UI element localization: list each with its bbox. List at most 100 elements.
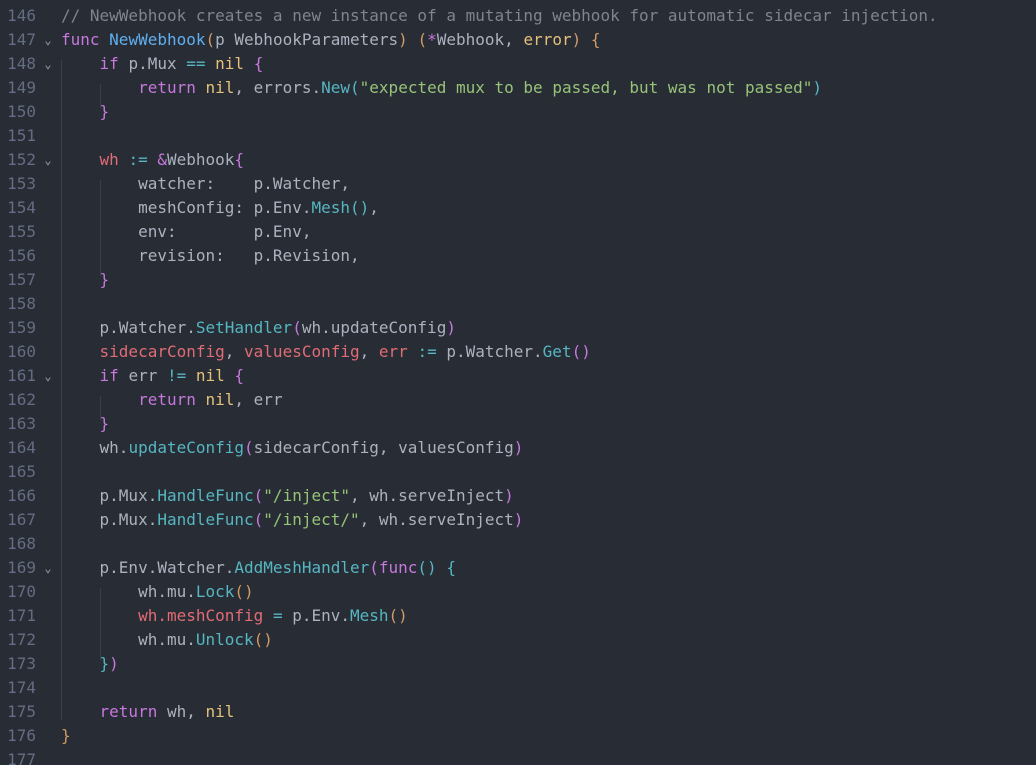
- code-token: wh: [99, 150, 119, 169]
- code-line[interactable]: 156 revision: p.Revision,: [0, 244, 1036, 268]
- code-line[interactable]: 151: [0, 124, 1036, 148]
- line-number: 155: [7, 222, 36, 241]
- code-token: p.Env.Watcher.: [61, 558, 235, 577]
- fold-chevron-icon[interactable]: ⌄: [41, 364, 55, 388]
- code-line[interactable]: 164 wh.updateConfig(sidecarConfig, value…: [0, 436, 1036, 460]
- code-token: return: [138, 78, 206, 97]
- code-token: if: [99, 366, 129, 385]
- fold-chevron-icon[interactable]: ⌄: [41, 556, 55, 580]
- code-token: =: [272, 606, 283, 625]
- code-token: Webhook,: [436, 30, 524, 49]
- code-token: (): [234, 582, 254, 601]
- code-token: , wh.serveInject: [350, 486, 505, 505]
- line-number: 168: [7, 534, 36, 553]
- code-token: HandleFunc: [157, 486, 254, 505]
- code-token: "/inject/": [263, 510, 360, 529]
- line-number: 169: [7, 558, 36, 577]
- code-token: p.Mux: [128, 54, 187, 73]
- code-line[interactable]: 171 wh.meshConfig = p.Env.Mesh(): [0, 604, 1036, 628]
- line-number: 164: [7, 438, 36, 457]
- code-text: p.Watcher.SetHandler(wh.updateConfig): [61, 316, 456, 340]
- code-token: HandleFunc: [157, 510, 254, 529]
- code-token: (): [253, 630, 273, 649]
- code-line[interactable]: 150 }: [0, 100, 1036, 124]
- code-line[interactable]: 157 }: [0, 268, 1036, 292]
- code-token: meshConfig: p.Env.: [61, 198, 312, 217]
- code-token: ): [571, 30, 582, 49]
- code-line[interactable]: 170 wh.mu.Lock(): [0, 580, 1036, 604]
- code-token: "/inject": [263, 486, 350, 505]
- code-token: p.Mux.: [61, 486, 158, 505]
- code-token: SetHandler: [195, 318, 293, 337]
- code-line[interactable]: 163 }: [0, 412, 1036, 436]
- line-number: 161: [7, 366, 36, 385]
- code-text: wh.updateConfig(sidecarConfig, valuesCon…: [61, 436, 524, 460]
- code-text: return nil, err: [61, 388, 283, 412]
- code-token: {: [446, 558, 456, 577]
- code-token: // NewWebhook creates a new instance of …: [61, 6, 938, 25]
- code-token: ==: [186, 54, 206, 73]
- code-token: Webhook: [166, 150, 235, 169]
- code-line[interactable]: 149 return nil, errors.New("expected mux…: [0, 76, 1036, 100]
- fold-chevron-icon[interactable]: ⌄: [41, 148, 55, 172]
- code-line[interactable]: 167 p.Mux.HandleFunc("/inject/", wh.serv…: [0, 508, 1036, 532]
- code-line[interactable]: 152 ⌄ wh := &Webhook{: [0, 148, 1036, 172]
- line-number: 159: [7, 318, 36, 337]
- line-number: 147: [7, 30, 36, 49]
- line-number: 153: [7, 174, 36, 193]
- code-text: sidecarConfig, valuesConfig, err := p.Wa…: [61, 340, 591, 364]
- code-line[interactable]: 162 return nil, err: [0, 388, 1036, 412]
- code-line[interactable]: 177: [0, 748, 1036, 765]
- code-line[interactable]: 165: [0, 460, 1036, 484]
- fold-chevron-icon[interactable]: ⌄: [41, 28, 55, 52]
- code-token: &: [157, 150, 167, 169]
- code-token: ): [504, 486, 514, 505]
- code-line[interactable]: 158: [0, 292, 1036, 316]
- code-token: (): [417, 558, 437, 577]
- code-text: p.Env.Watcher.AddMeshHandler(func() {: [61, 556, 456, 580]
- code-token: if: [99, 54, 129, 73]
- code-token: err: [378, 342, 408, 361]
- code-line[interactable]: 173 }): [0, 652, 1036, 676]
- code-line[interactable]: 168: [0, 532, 1036, 556]
- code-line[interactable]: 169 ⌄ p.Env.Watcher.AddMeshHandler(func()…: [0, 556, 1036, 580]
- code-token: p WebhookParameters: [215, 30, 399, 49]
- code-token: err: [128, 366, 167, 385]
- code-line[interactable]: 161 ⌄ if err != nil {: [0, 364, 1036, 388]
- code-line[interactable]: 160 sidecarConfig, valuesConfig, err := …: [0, 340, 1036, 364]
- code-line[interactable]: 146 // NewWebhook creates a new instance …: [0, 4, 1036, 28]
- code-line[interactable]: 166 p.Mux.HandleFunc("/inject", wh.serve…: [0, 484, 1036, 508]
- code-line[interactable]: 175 return wh, nil: [0, 700, 1036, 724]
- code-token: {: [234, 366, 245, 385]
- code-line[interactable]: 176}: [0, 724, 1036, 748]
- code-token: revision: p.Revision,: [61, 246, 360, 265]
- code-editor[interactable]: 146 // NewWebhook creates a new instance …: [0, 0, 1036, 765]
- code-token: (: [350, 78, 360, 97]
- code-token: ): [812, 78, 823, 97]
- line-number: 162: [7, 390, 36, 409]
- code-text: // NewWebhook creates a new instance of …: [61, 4, 938, 28]
- code-line[interactable]: 155 env: p.Env,: [0, 220, 1036, 244]
- code-token: Mesh: [311, 198, 350, 217]
- code-token: , err: [234, 390, 283, 409]
- code-line[interactable]: 172 wh.mu.Unlock(): [0, 628, 1036, 652]
- code-token: (: [369, 558, 379, 577]
- code-line[interactable]: 159 p.Watcher.SetHandler(wh.updateConfig…: [0, 316, 1036, 340]
- code-token: *: [427, 30, 437, 49]
- code-token: }: [99, 414, 110, 433]
- code-line[interactable]: 174: [0, 676, 1036, 700]
- code-token: wh.meshConfig: [138, 606, 264, 625]
- code-line[interactable]: 148 ⌄ if p.Mux == nil {: [0, 52, 1036, 76]
- code-line[interactable]: 147 ⌄ func NewWebhook(p WebhookParameters)…: [0, 28, 1036, 52]
- line-number: 172: [7, 630, 36, 649]
- code-token: ): [446, 318, 456, 337]
- code-line[interactable]: 153 watcher: p.Watcher,: [0, 172, 1036, 196]
- fold-chevron-icon[interactable]: ⌄: [41, 52, 55, 76]
- code-token: wh.mu.: [61, 630, 196, 649]
- code-line[interactable]: 154 meshConfig: p.Env.Mesh(),: [0, 196, 1036, 220]
